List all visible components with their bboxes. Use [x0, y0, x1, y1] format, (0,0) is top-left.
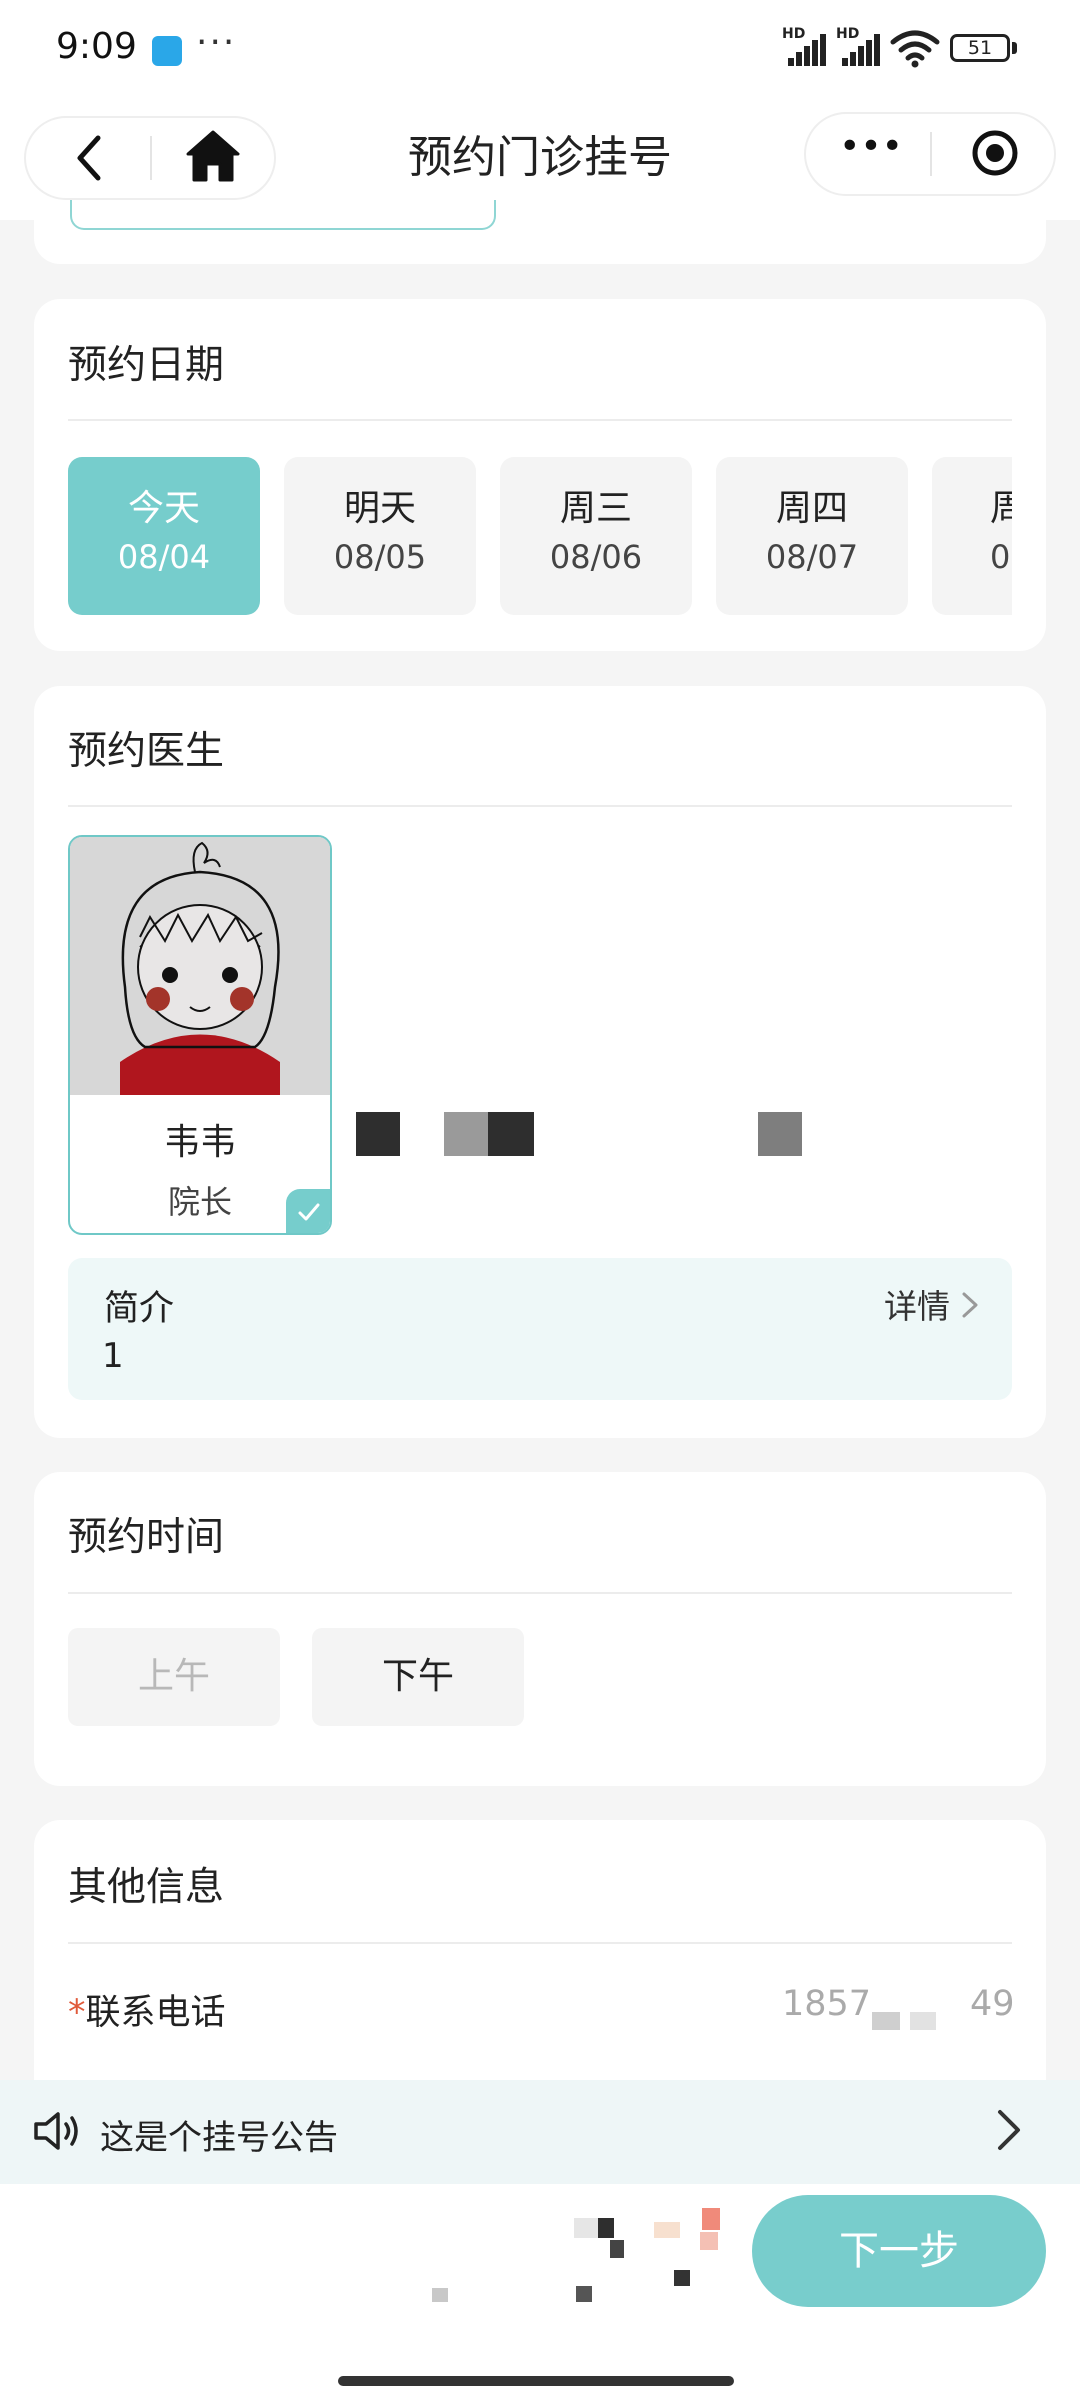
signal-icon: HD: [782, 26, 826, 66]
selected-check-icon: [286, 1189, 330, 1233]
redacted-block: [488, 1112, 534, 1156]
doctor-avatar: [70, 837, 330, 1095]
back-icon[interactable]: [70, 134, 110, 182]
intro-details-link[interactable]: 详情: [884, 1280, 978, 1326]
page-title: 预约门诊挂号: [408, 132, 672, 183]
notice-text: 这是个挂号公告: [100, 2118, 338, 2158]
other-info-title: 其他信息: [68, 1865, 225, 1910]
doctor-name: 韦韦: [163, 1122, 236, 1163]
date-option-today[interactable]: 今天 08/04: [68, 457, 260, 615]
home-indicator: [338, 2376, 734, 2386]
phone-field[interactable]: 1857 49: [760, 1984, 1015, 2030]
date-option-tomorrow[interactable]: 明天 08/05: [284, 457, 476, 615]
time-slot-morning[interactable]: 上午: [68, 1628, 280, 1726]
redacted-block: [444, 1112, 488, 1156]
redacted-block: [758, 1112, 802, 1156]
home-icon[interactable]: [184, 128, 242, 184]
more-menu-icon[interactable]: •••: [836, 126, 906, 167]
date-option-fri[interactable]: 周 08: [932, 457, 1012, 615]
signal-icon-2: HD: [836, 26, 880, 66]
date-section-title: 预约日期: [68, 343, 225, 388]
more-notifications-icon: ···: [196, 22, 237, 63]
battery-level: 51: [967, 37, 993, 59]
doctor-option[interactable]: 韦韦 院长: [68, 835, 332, 1235]
doctor-section-title: 预约医生: [68, 729, 225, 774]
wifi-icon: [890, 30, 940, 68]
doctor-intro-box: [68, 1258, 1012, 1400]
close-miniprogram-icon[interactable]: [970, 128, 1020, 178]
next-step-button[interactable]: 下一步: [752, 2195, 1046, 2307]
app-notification-icon: [152, 36, 182, 66]
speaker-icon: [34, 2112, 78, 2150]
time-slot-afternoon[interactable]: 下午: [312, 1628, 524, 1726]
redacted-block: [356, 1112, 400, 1156]
chevron-right-icon[interactable]: [994, 2106, 1024, 2154]
partial-input: [70, 200, 496, 230]
status-time: 9:09: [56, 26, 137, 67]
chevron-right-icon: [962, 1292, 978, 1318]
date-scroller[interactable]: 今天 08/04 明天 08/05 周三 08/06 周四 08/07 周 08: [68, 457, 1012, 615]
date-option-wed[interactable]: 周三 08/06: [500, 457, 692, 615]
intro-text: 1: [102, 1336, 124, 1376]
intro-label: 简介: [104, 1289, 175, 1329]
phone-label: *联系电话: [68, 1993, 226, 2033]
time-section-title: 预约时间: [68, 1515, 225, 1560]
date-option-thu[interactable]: 周四 08/07: [716, 457, 908, 615]
